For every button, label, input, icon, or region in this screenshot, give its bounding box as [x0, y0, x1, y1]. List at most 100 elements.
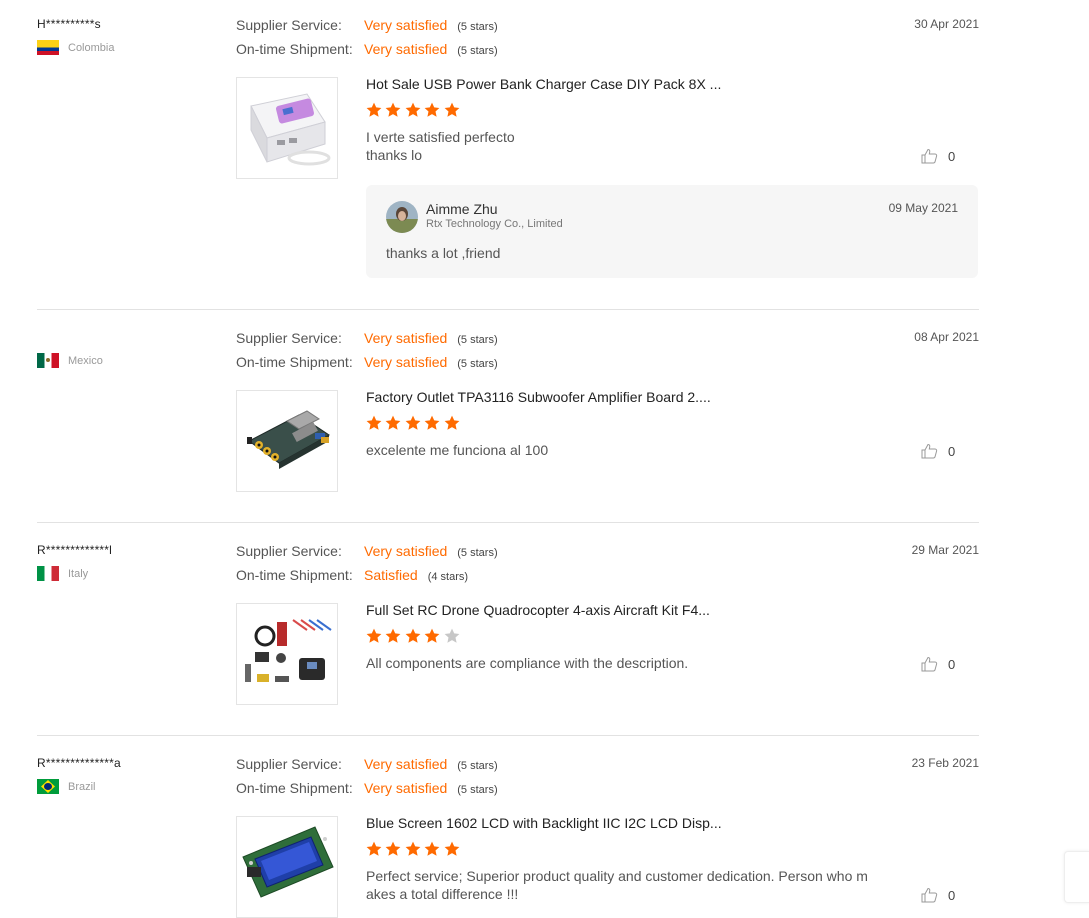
- buyer-country: Italy: [37, 566, 88, 581]
- star-filled-icon: [405, 102, 421, 117]
- supplier-service-rating: Supplier Service: Very satisfied (5 star…: [236, 543, 498, 559]
- rating-label: On-time Shipment:: [236, 41, 353, 57]
- product-title-link[interactable]: Hot Sale USB Power Bank Charger Case DIY…: [366, 76, 721, 92]
- star-filled-icon: [366, 841, 382, 856]
- star-filled-icon: [385, 628, 401, 643]
- star-filled-icon: [424, 102, 440, 117]
- product-title-link[interactable]: Full Set RC Drone Quadrocopter 4-axis Ai…: [366, 602, 710, 618]
- review-text-line: I verte satisfied perfecto: [366, 129, 515, 145]
- review-date: 08 Apr 2021: [914, 330, 979, 344]
- star-filled-icon: [366, 102, 382, 117]
- buyer-country: Mexico: [37, 353, 103, 368]
- shipment-rating: On-time Shipment: Very satisfied (5 star…: [236, 354, 498, 370]
- italy-flag-icon: [37, 566, 59, 581]
- thumbs-up-icon: [921, 148, 938, 164]
- review-item: Mexico Supplier Service: Very satisfied …: [37, 330, 979, 523]
- power-bank-image: [250, 93, 331, 166]
- rating-label: Supplier Service:: [236, 17, 342, 33]
- rating-label: On-time Shipment:: [236, 567, 353, 583]
- seller-company: Rtx Technology Co., Limited: [426, 218, 563, 230]
- star-filled-icon: [424, 841, 440, 856]
- rating-stars-count: (5 stars): [457, 760, 498, 772]
- rating-value: Very satisfied: [364, 756, 448, 772]
- seller-reply: Aimme Zhu Rtx Technology Co., Limited 09…: [366, 185, 978, 278]
- review-text: I verte satisfied perfecto thanks lo: [366, 128, 876, 164]
- review-text: Perfect service; Superior product qualit…: [366, 867, 876, 903]
- rating-value: Very satisfied: [364, 330, 448, 346]
- like-count: 0: [948, 887, 956, 903]
- star-filled-icon: [385, 102, 401, 117]
- like-button[interactable]: 0: [921, 887, 955, 903]
- rating-stars-count: (5 stars): [457, 334, 498, 346]
- review-date: 29 Mar 2021: [911, 543, 979, 557]
- product-title-link[interactable]: Factory Outlet TPA3116 Subwoofer Amplifi…: [366, 389, 711, 405]
- country-label: Italy: [68, 567, 89, 580]
- buyer-country: Colombia: [37, 40, 114, 55]
- thumbs-up-icon: [921, 887, 938, 903]
- rating-stars-count: (5 stars): [457, 547, 498, 559]
- rating-stars-count: (4 stars): [427, 571, 469, 583]
- rating-stars-count: (5 stars): [457, 21, 498, 33]
- shipment-rating: On-time Shipment: Very satisfied (5 star…: [236, 41, 498, 57]
- star-filled-icon: [385, 841, 401, 856]
- brazil-flag-icon: [37, 779, 59, 794]
- buyer-country: Brazil: [37, 779, 96, 794]
- star-filled-icon: [444, 102, 459, 117]
- reply-text: thanks a lot ,friend: [386, 245, 501, 261]
- avatar-image: [386, 201, 418, 233]
- star-filled-icon: [424, 415, 440, 430]
- star-rating: [366, 628, 463, 644]
- reply-date: 09 May 2021: [888, 201, 958, 215]
- shipment-rating: On-time Shipment: Satisfied (4 stars): [236, 567, 468, 583]
- product-thumbnail[interactable]: [236, 390, 338, 492]
- country-label: Brazil: [68, 780, 96, 793]
- star-rating: [366, 415, 463, 431]
- thumbs-up-icon: [921, 443, 938, 459]
- mexico-flag-icon: [37, 353, 59, 368]
- product-thumbnail[interactable]: [236, 603, 338, 705]
- star-empty-icon: [444, 628, 459, 643]
- star-filled-icon: [366, 415, 382, 430]
- rating-label: On-time Shipment:: [236, 354, 353, 370]
- floating-widget-tab[interactable]: [1064, 851, 1089, 903]
- like-count: 0: [948, 656, 956, 672]
- rating-label: On-time Shipment:: [236, 780, 353, 796]
- thumbs-up-icon: [921, 656, 938, 672]
- review-item: R**************a Brazil Supplier Service…: [37, 756, 979, 918]
- product-thumbnail[interactable]: [236, 816, 338, 918]
- review-text: All components are compliance with the d…: [366, 654, 876, 672]
- star-filled-icon: [405, 628, 421, 643]
- review-item: H**********s Colombia Supplier Service: …: [37, 17, 979, 310]
- rating-stars-count: (5 stars): [457, 784, 498, 796]
- like-button[interactable]: 0: [921, 656, 955, 672]
- country-label: Colombia: [68, 41, 115, 54]
- buyer-name: H**********s: [37, 17, 101, 31]
- like-button[interactable]: 0: [921, 443, 955, 459]
- amplifier-board-image: [247, 410, 330, 469]
- review-item: R*************l Italy Supplier Service: …: [37, 543, 979, 736]
- rating-label: Supplier Service:: [236, 330, 342, 346]
- product-thumbnail[interactable]: [236, 77, 338, 179]
- rating-value: Very satisfied: [364, 41, 448, 57]
- rating-value: Very satisfied: [364, 354, 448, 370]
- star-filled-icon: [444, 415, 459, 430]
- review-date: 30 Apr 2021: [914, 17, 979, 31]
- product-title-link[interactable]: Blue Screen 1602 LCD with Backlight IIC …: [366, 815, 722, 831]
- rating-value: Very satisfied: [364, 780, 448, 796]
- buyer-name: R**************a: [37, 756, 121, 770]
- supplier-service-rating: Supplier Service: Very satisfied (5 star…: [236, 17, 498, 33]
- rating-value: Satisfied: [364, 567, 418, 583]
- star-rating: [366, 102, 463, 118]
- supplier-service-rating: Supplier Service: Very satisfied (5 star…: [236, 756, 498, 772]
- review-text-line: excelente me funciona al 100: [366, 442, 549, 458]
- buyer-name: R*************l: [37, 543, 113, 557]
- lcd-module-image: [242, 826, 334, 898]
- review-text-line: Perfect service; Superior product qualit…: [366, 868, 868, 884]
- star-filled-icon: [405, 415, 421, 430]
- like-button[interactable]: 0: [921, 148, 955, 164]
- rating-value: Very satisfied: [364, 543, 448, 559]
- rating-label: Supplier Service:: [236, 543, 342, 559]
- star-filled-icon: [385, 415, 401, 430]
- seller-avatar: [386, 201, 418, 233]
- review-text: excelente me funciona al 100: [366, 441, 876, 459]
